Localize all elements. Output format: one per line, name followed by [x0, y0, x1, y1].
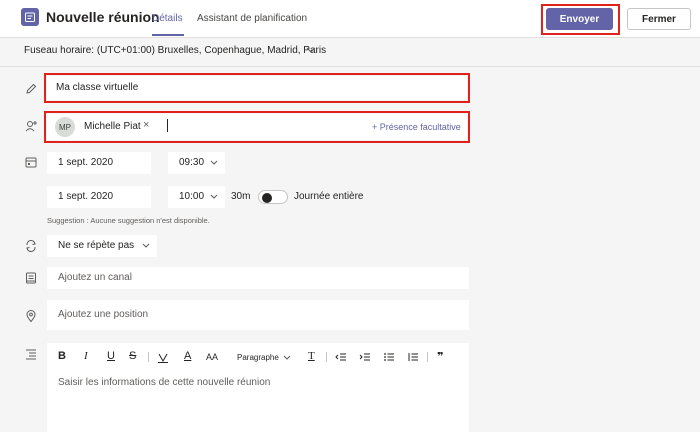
suggestion-text: Suggestion : Aucune suggestion n'est dis…: [47, 216, 210, 225]
chevron-down-icon[interactable]: [210, 194, 218, 200]
font-size-button[interactable]: AA: [206, 352, 218, 362]
avatar: MP: [55, 117, 75, 137]
indent-icon[interactable]: [359, 351, 371, 363]
send-button[interactable]: Envoyer: [546, 8, 613, 30]
remove-attendee-icon[interactable]: ×: [143, 119, 149, 131]
chevron-down-icon[interactable]: [283, 355, 291, 361]
timezone-selector[interactable]: Fuseau horaire: (UTC+01:00) Bruxelles, C…: [24, 45, 326, 56]
start-time-value: 09:30: [179, 157, 205, 168]
optional-attendees-link[interactable]: + Présence facultative: [372, 122, 461, 132]
clear-format-button[interactable]: T: [308, 350, 315, 362]
toolbar-separator: [148, 352, 149, 362]
pencil-icon: [26, 83, 37, 94]
description-placeholder: Saisir les informations de cette nouvell…: [58, 377, 271, 388]
start-date-picker[interactable]: 1 sept. 2020: [47, 152, 151, 174]
recurrence-dropdown[interactable]: Ne se répète pas: [47, 235, 157, 257]
paragraph-dropdown[interactable]: Paragraphe: [237, 353, 279, 362]
attendee-name: Michelle Piat: [84, 121, 141, 132]
end-date-picker[interactable]: 1 sept. 2020: [47, 186, 151, 208]
outdent-icon[interactable]: [335, 351, 347, 363]
subject-input[interactable]: Ma classe virtuelle: [47, 76, 467, 100]
add-person-icon: [25, 121, 37, 132]
chevron-down-icon[interactable]: [306, 46, 316, 54]
calendar-icon: [21, 8, 39, 26]
channel-input[interactable]: Ajoutez un canal: [47, 267, 469, 289]
toggle-knob: [262, 193, 272, 203]
description-icon: [26, 349, 36, 360]
font-color-button[interactable]: A: [184, 350, 191, 362]
duration-label: 30m: [231, 191, 251, 202]
page-title: Nouvelle réunion: [46, 9, 160, 25]
location-icon: [26, 310, 36, 323]
underline-button[interactable]: U: [107, 350, 115, 362]
repeat-icon: [26, 240, 36, 252]
tab-scheduling-assistant[interactable]: Assistant de planification: [197, 13, 307, 24]
italic-button[interactable]: I: [84, 350, 88, 362]
toolbar-separator: [326, 352, 327, 362]
divider: [0, 66, 700, 67]
strikethrough-button[interactable]: S: [129, 350, 136, 362]
quote-button[interactable]: ❞: [437, 350, 443, 363]
calendar-date-icon: [25, 157, 37, 168]
tab-details[interactable]: Détails: [152, 13, 183, 24]
channel-icon: [26, 272, 36, 284]
text-caret: [167, 119, 168, 132]
highlight-icon[interactable]: [157, 351, 169, 363]
end-time-value: 10:00: [179, 191, 205, 202]
active-tab-indicator: [152, 34, 184, 36]
recurrence-value: Ne se répète pas: [58, 240, 135, 251]
bullet-list-icon[interactable]: [383, 351, 395, 363]
all-day-label: Journée entière: [294, 191, 364, 202]
numbered-list-icon[interactable]: [407, 351, 419, 363]
bold-button[interactable]: B: [58, 350, 66, 362]
chevron-down-icon[interactable]: [142, 243, 150, 249]
location-input[interactable]: Ajoutez une position: [47, 300, 469, 330]
close-button[interactable]: Fermer: [627, 8, 691, 30]
toolbar-separator: [427, 352, 428, 362]
chevron-down-icon[interactable]: [210, 160, 218, 166]
